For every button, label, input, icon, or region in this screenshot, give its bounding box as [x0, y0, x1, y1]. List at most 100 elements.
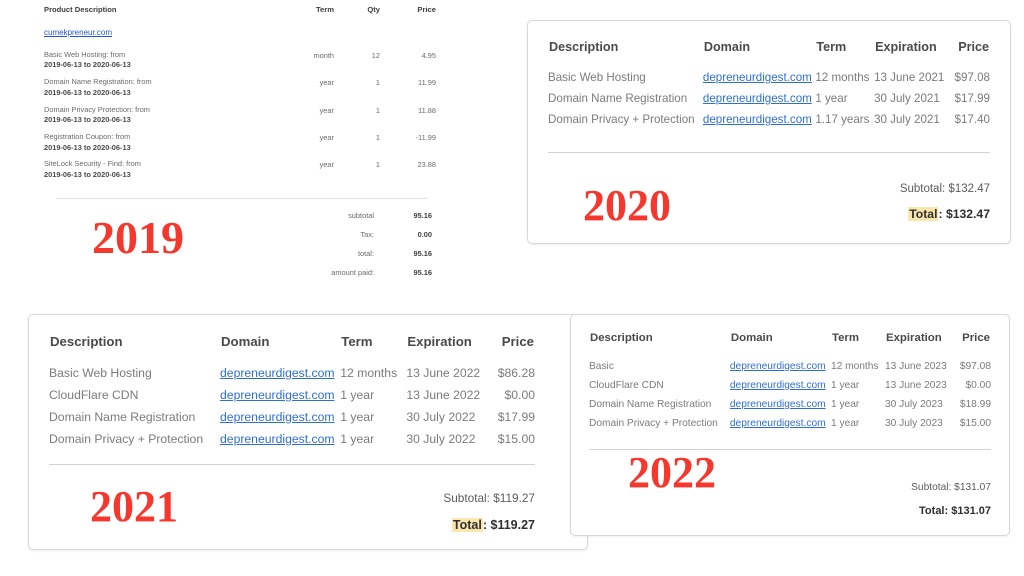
table-row: Domain Privacy Protection: from 2019-06-… — [44, 102, 436, 129]
row-term: 1 year — [830, 399, 860, 410]
row-description: Domain Name Registration — [548, 92, 688, 105]
domain-link[interactable]: depreneurdigest.com — [730, 361, 826, 372]
subtotal-value: $131.07 — [954, 482, 991, 493]
domain-link[interactable]: cumekpreneur.com — [44, 26, 112, 44]
year-stamp-2019: 2019 — [92, 212, 184, 263]
row-dates: 2019-06-13 to 2020-06-13 — [44, 60, 131, 70]
row-description: CloudFlare CDN — [49, 388, 139, 402]
row-description-text: Basic Web Hosting: from — [44, 49, 126, 59]
row-term: year — [319, 160, 334, 170]
column-header-term: Term — [315, 5, 334, 14]
year-stamp-2020: 2020 — [583, 181, 671, 230]
row-description: Basic Web Hosting — [548, 71, 646, 84]
table-row: Domain Name Registration depreneurdigest… — [49, 406, 535, 428]
totals-row: amount paid: 95.16 — [331, 263, 432, 282]
table-header-row: Product Description Term Qty Price — [44, 0, 436, 23]
table-row: Basic Web Hosting depreneurdigest.com 12… — [49, 362, 535, 384]
domain-link[interactable]: depreneurdigest.com — [730, 380, 826, 391]
row-price: 11.88 — [418, 105, 436, 115]
domain-link[interactable]: depreneurdigest.com — [703, 71, 812, 84]
domain-link[interactable]: depreneurdigest.com — [220, 432, 335, 446]
domain-link[interactable]: depreneurdigest.com — [220, 388, 335, 402]
totals-row: total: 95.16 — [331, 244, 432, 263]
year-stamp-2021: 2021 — [90, 482, 178, 531]
row-domain: depreneurdigest.com — [703, 67, 815, 88]
table-row: Basic depreneurdigest.com 12 months 13 J… — [589, 357, 991, 376]
row-description: Domain Privacy + Protection — [548, 113, 695, 126]
domain-link[interactable]: depreneurdigest.com — [703, 92, 812, 105]
row-price: 23.88 — [417, 160, 437, 170]
row-expiration: 30 July 2022 — [406, 410, 476, 424]
total-line: Total: $131.07 — [589, 505, 991, 517]
row-description-text: Domain Privacy Protection: from — [44, 104, 150, 114]
totals-label: subtotal — [348, 211, 374, 220]
row-term: year — [319, 78, 334, 88]
column-header-description: Description — [590, 332, 653, 344]
row-price: 11.99 — [418, 78, 436, 88]
domain-link[interactable]: depreneurdigest.com — [220, 410, 335, 424]
table-row: SiteLock Security - Find: from 2019-06-1… — [44, 156, 436, 183]
row-price: $0.00 — [965, 380, 992, 391]
domain-link[interactable]: depreneurdigest.com — [730, 418, 826, 429]
row-dates: 2019-06-13 to 2020-06-13 — [44, 87, 131, 97]
row-qty: 1 — [375, 78, 380, 88]
row-description: CloudFlare CDN — [589, 380, 664, 391]
domain-link[interactable]: depreneurdigest.com — [220, 366, 335, 380]
row-description: Domain Name Registration: from 2019-06-1… — [44, 74, 282, 101]
table-header-row: Description Domain Term Expiration Price — [49, 333, 535, 362]
row-domain: depreneurdigest.com — [220, 406, 340, 428]
total-value: $132.47 — [945, 207, 990, 221]
row-expiration: 30 July 2023 — [885, 399, 943, 410]
domain-link-row: cumekpreneur.com — [44, 23, 436, 47]
row-expiration: 30 July 2023 — [885, 418, 943, 429]
total-label: Total — [451, 518, 483, 532]
row-expiration: 13 June 2021 — [874, 71, 945, 84]
invoice-table-2021: Description Domain Term Expiration Price… — [49, 333, 535, 450]
total-colon: : — [944, 505, 949, 517]
totals-divider — [49, 464, 535, 465]
row-dates: 2019-06-13 to 2020-06-13 — [44, 170, 131, 180]
row-qty: 1 — [375, 160, 380, 170]
row-term: 1.17 years — [815, 113, 870, 126]
domain-link[interactable]: depreneurdigest.com — [730, 399, 826, 410]
totals-value: 95.16 — [413, 211, 433, 220]
totals-row: subtotal 95.16 — [331, 206, 432, 225]
column-header-expiration: Expiration — [875, 40, 937, 54]
row-expiration: 13 June 2022 — [406, 388, 481, 402]
row-domain: depreneurdigest.com — [220, 384, 340, 406]
invoice-table-2022: Description Domain Term Expiration Price… — [589, 331, 991, 433]
row-qty: 1 — [375, 105, 380, 115]
row-expiration: 30 July 2021 — [874, 113, 940, 126]
column-header-domain: Domain — [730, 332, 773, 344]
row-term: 1 year — [815, 92, 848, 105]
column-header-description: Product Description — [44, 5, 117, 14]
row-expiration: 13 June 2023 — [885, 361, 947, 372]
row-term: 1 year — [340, 388, 375, 402]
invoice-table-2020: Description Domain Term Expiration Price… — [548, 39, 990, 130]
column-header-price: Price — [958, 40, 989, 54]
table-header-row: Description Domain Term Expiration Price — [548, 39, 990, 67]
totals-label: Tax: — [360, 230, 374, 239]
row-term: 1 year — [340, 432, 375, 446]
row-description-text: SiteLock Security - Find: from — [44, 159, 141, 169]
row-domain: depreneurdigest.com — [703, 109, 815, 130]
invoice-panel-2022: Description Domain Term Expiration Price… — [570, 314, 1010, 536]
row-description: Basic Web Hosting — [49, 366, 152, 380]
totals-value: 95.16 — [413, 249, 433, 258]
table-row: Domain Name Registration: from 2019-06-1… — [44, 74, 436, 101]
year-stamp-2022: 2022 — [628, 448, 716, 497]
row-price: $97.08 — [959, 361, 991, 372]
row-price: $18.99 — [959, 399, 991, 410]
table-row: Basic Web Hosting: from 2019-06-13 to 20… — [44, 47, 436, 74]
row-term: 12 months — [340, 366, 398, 380]
column-header-term: Term — [341, 334, 373, 349]
row-description: SiteLock Security - Find: from 2019-06-1… — [44, 156, 282, 183]
row-description: Domain Name Registration — [589, 399, 712, 410]
row-description: Registration Coupon: from 2019-06-13 to … — [44, 129, 282, 156]
row-price: -11.99 — [415, 133, 436, 142]
row-price: $17.99 — [954, 92, 990, 105]
domain-link-cell: cumekpreneur.com — [44, 23, 436, 47]
row-domain: depreneurdigest.com — [730, 376, 831, 395]
column-header-domain: Domain — [221, 334, 270, 349]
domain-link[interactable]: depreneurdigest.com — [703, 113, 812, 126]
